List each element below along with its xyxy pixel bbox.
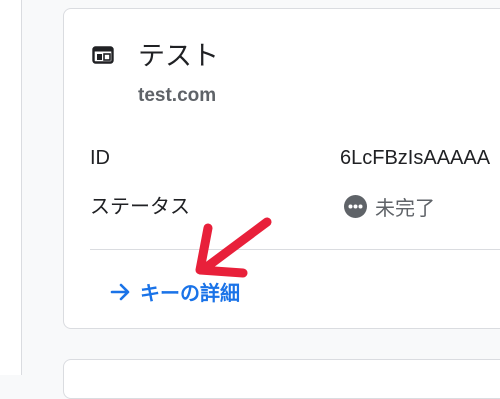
- key-details-link[interactable]: キーの詳細: [110, 277, 240, 306]
- divider: [90, 249, 500, 250]
- web-window-icon: [92, 46, 114, 64]
- id-label: ID: [90, 147, 110, 169]
- left-panel: [0, 0, 22, 375]
- card-domain: test.com: [138, 85, 217, 106]
- status-value: 未完了: [344, 192, 435, 221]
- more-horiz-icon: [344, 195, 367, 218]
- key-card: テスト test.com ID 6LcFBzIsAAAAA ステータス 未完了 …: [63, 8, 500, 329]
- key-details-label: キーの詳細: [140, 283, 240, 305]
- status-text: 未完了: [375, 198, 435, 220]
- status-label: ステータス: [90, 196, 190, 218]
- id-value: 6LcFBzIsAAAAA: [340, 147, 491, 169]
- arrow-right-icon: [110, 283, 130, 300]
- next-card: [63, 359, 500, 399]
- card-title: テスト: [138, 41, 219, 71]
